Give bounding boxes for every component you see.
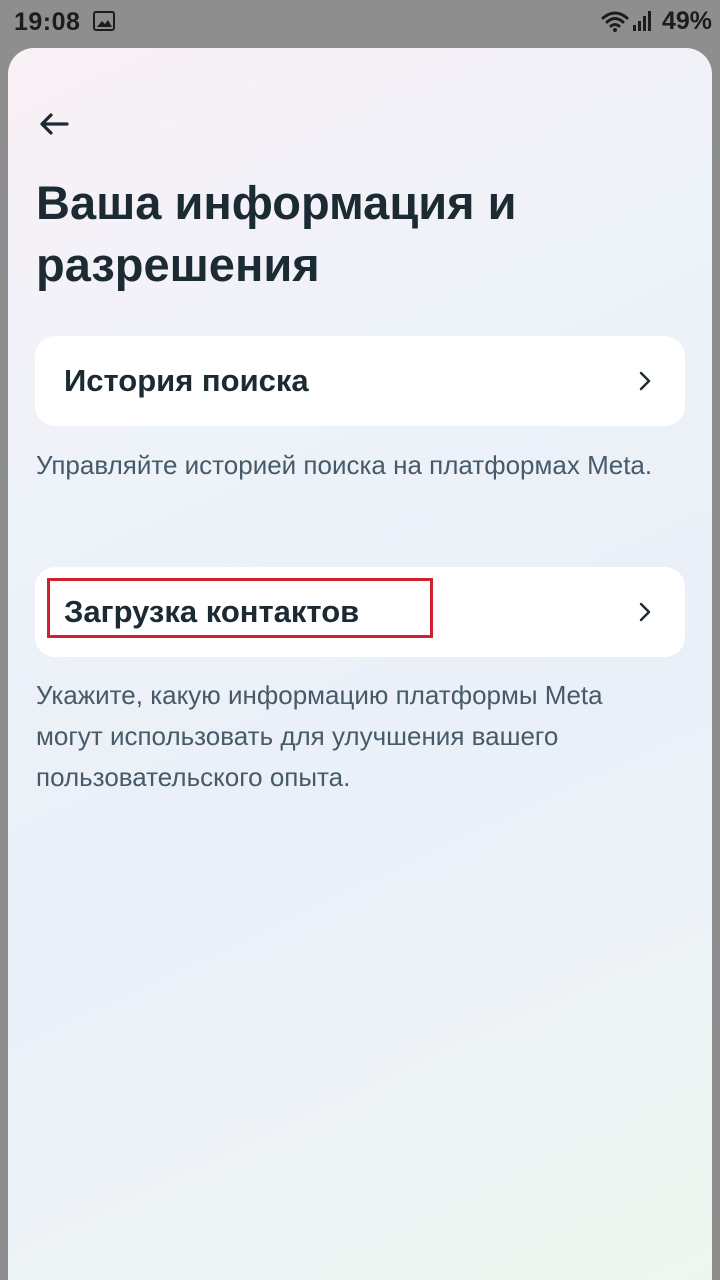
contacts-upload-label: Загрузка контактов (64, 594, 360, 629)
image-icon (93, 11, 115, 31)
page-title: Ваша информация и разрешения (36, 176, 517, 291)
status-time: 19:08 (14, 8, 81, 36)
contacts-upload-item[interactable]: Загрузка контактов (35, 567, 685, 657)
search-history-item[interactable]: История поиска (35, 336, 685, 426)
search-history-label: История поиска (64, 363, 309, 398)
wifi-icon (601, 11, 629, 32)
battery-level: 49% (661, 6, 712, 35)
arrow-left-icon (40, 113, 69, 135)
contacts-upload-description: Укажите, какую информацию платформы Meta… (36, 680, 603, 792)
back-button[interactable] (32, 104, 76, 144)
chevron-right-icon (639, 371, 651, 391)
search-history-description: Управляйте историей поиска на платформах… (36, 450, 653, 480)
chevron-right-icon (639, 602, 651, 622)
settings-sheet: Ваша информация и разрешения История пои… (8, 48, 712, 1280)
status-bar: 19:08 49% (0, 0, 720, 44)
signal-icon (632, 11, 651, 31)
status-indicators: 49% (600, 6, 712, 36)
